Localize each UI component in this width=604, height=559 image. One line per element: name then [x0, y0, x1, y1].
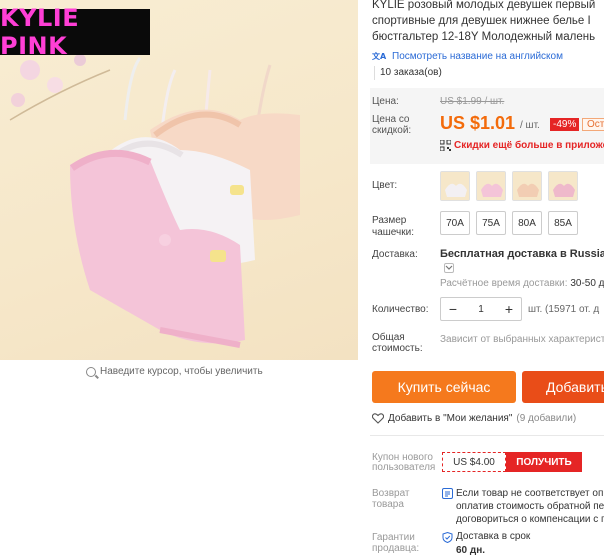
quantity-input[interactable]: 1: [478, 304, 484, 315]
size-option-70a[interactable]: 70A: [440, 211, 470, 235]
price-unit: / шт.: [520, 120, 540, 131]
chevron-down-icon: [445, 265, 453, 270]
wishlist-label[interactable]: Добавить в "Мои желания": [388, 413, 512, 424]
shipping-time-label: Расчётное время доставки:: [440, 278, 568, 289]
brand-badge: KYLIE PINK: [0, 4, 150, 60]
swatch-thumbnail: [513, 172, 541, 200]
orders-divider: [374, 66, 375, 80]
quantity-increase-button[interactable]: +: [503, 301, 515, 317]
shipping-time-value: 30-50 д: [570, 278, 604, 289]
color-swatch-pink[interactable]: [476, 171, 506, 201]
add-to-wishlist[interactable]: Добавить в "Мои желания" (9 добавили): [372, 413, 576, 424]
color-swatch-white[interactable]: [440, 171, 470, 201]
size-option-75a[interactable]: 75A: [476, 211, 506, 235]
discount-badge: -49%: [550, 118, 580, 131]
return-policy-line: договориться о компенсации с п: [456, 514, 604, 525]
product-title-line: спортивные для девушек нижнее белье I: [372, 15, 591, 27]
guarantee-text: Доставка в срок: [456, 531, 531, 542]
return-policy-line: Если товар не соответствует опи: [456, 488, 604, 499]
guarantee-days: 60 дн.: [456, 545, 486, 556]
product-title-line: KYLIE розовый молодых девушек первый: [372, 0, 596, 11]
svg-text:文A: 文A: [372, 51, 387, 61]
product-info-panel: KYLIE розовый молодых девушек первый спо…: [370, 0, 604, 559]
section-divider: [370, 435, 604, 436]
shield-icon: [442, 532, 453, 543]
color-swatch-peach[interactable]: [512, 171, 542, 201]
heart-icon: [372, 413, 384, 424]
shipping-dropdown[interactable]: [444, 263, 454, 273]
quantity-label: Количество:: [372, 304, 429, 315]
price-label: Цена:: [372, 96, 399, 107]
size-label-1: Размер: [372, 215, 407, 226]
returns-label-2: товара: [372, 499, 404, 510]
swatch-thumbnail: [477, 172, 505, 200]
coupon-label-2: пользователя: [372, 462, 436, 473]
app-promo-text[interactable]: Скидки ещё больше в приложен: [454, 140, 604, 151]
swatch-thumbnail: [441, 172, 469, 200]
shipping-label: Доставка:: [372, 249, 418, 260]
total-label-2: стоимость:: [372, 343, 423, 354]
return-policy-text: Если товар не соответствует опи оплатив …: [456, 487, 604, 526]
price-box: Цена: US $1.99 / шт. Цена со скидкой: US…: [370, 88, 604, 164]
return-policy-line: оплатив стоимость обратной пе: [456, 501, 604, 512]
orders-count: 10 заказа(ов): [380, 67, 442, 78]
color-swatch-rose[interactable]: [548, 171, 578, 201]
translate-icon: 文A: [372, 51, 387, 61]
product-title: KYLIE розовый молодых девушек первый спо…: [372, 0, 604, 45]
return-policy-icon: [442, 488, 453, 499]
coupon-amount: US $4.00: [442, 452, 506, 472]
zoom-hint: Наведите курсор, чтобы увеличить: [86, 366, 263, 377]
zoom-hint-text: Наведите курсор, чтобы увеличить: [100, 366, 263, 377]
swatch-thumbnail: [549, 172, 577, 200]
current-price: US $1.01: [440, 113, 516, 133]
shipping-option[interactable]: Бесплатная доставка в Russian Fe: [440, 248, 604, 260]
buy-now-button[interactable]: Купить сейчас: [372, 371, 516, 403]
get-coupon-button[interactable]: ПОЛУЧИТЬ: [506, 452, 582, 472]
add-to-cart-button[interactable]: Добавить: [522, 371, 604, 403]
wishlist-count: (9 добавили): [516, 413, 577, 424]
size-label-2: чашечки:: [372, 227, 414, 238]
discount-price-label-2: скидкой:: [372, 125, 412, 136]
product-title-line: бюстгальтер 12-18Y Молодежный малень: [372, 31, 596, 43]
stock-note: шт. (15971 от. д: [528, 304, 600, 315]
shipping-time: Расчётное время доставки: 30-50 д: [440, 278, 604, 289]
translate-link-text[interactable]: Посмотреть название на английском: [392, 51, 563, 62]
guarantee-label-2: продавца:: [372, 543, 420, 554]
color-label: Цвет:: [372, 180, 398, 191]
qr-code-icon: [440, 140, 451, 151]
stock-tag: Ост: [582, 118, 604, 131]
total-note: Зависит от выбранных характеристи: [440, 334, 604, 345]
magnifier-icon: [86, 366, 96, 377]
translate-link[interactable]: 文A Посмотреть название на английском: [372, 50, 563, 62]
size-option-80a[interactable]: 80A: [512, 211, 542, 235]
product-main-image[interactable]: KYLIE PINK: [0, 0, 358, 360]
app-promo[interactable]: Скидки ещё больше в приложен: [440, 140, 604, 151]
quantity-stepper: − 1 +: [440, 297, 522, 321]
old-price: US $1.99 / шт.: [440, 96, 505, 107]
size-option-85a[interactable]: 85A: [548, 211, 578, 235]
quantity-decrease-button[interactable]: −: [447, 301, 459, 317]
